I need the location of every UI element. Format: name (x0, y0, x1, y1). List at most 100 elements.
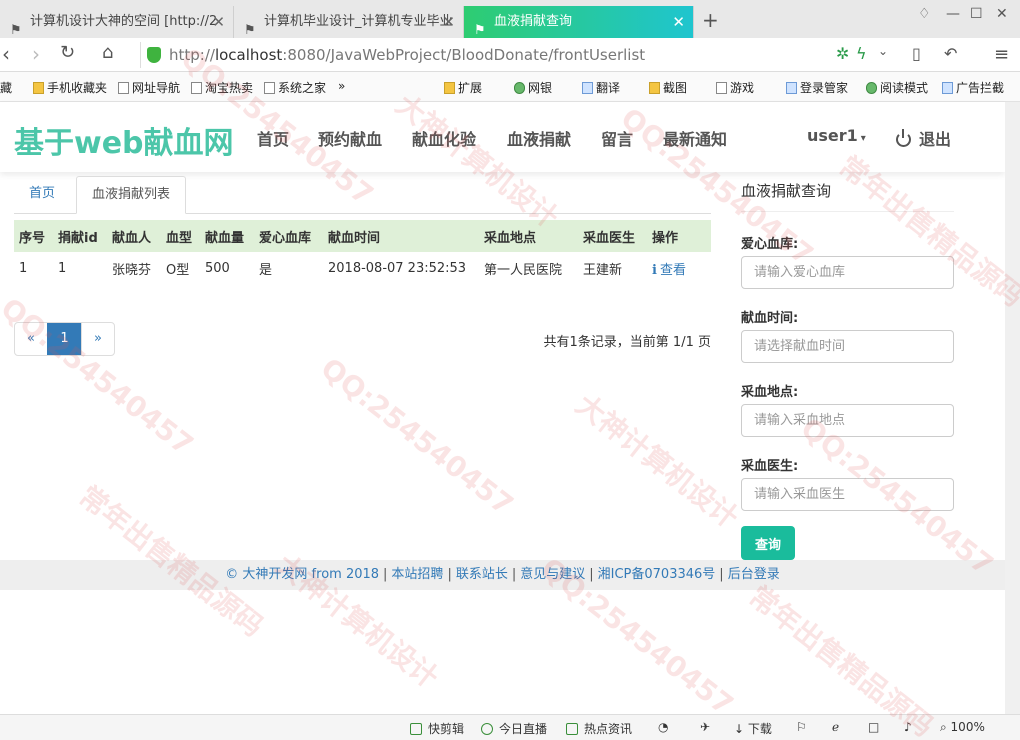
nav-home[interactable]: 首页 (257, 126, 289, 150)
page-icon (191, 82, 202, 94)
bookmark-item[interactable]: 淘宝热卖 (191, 79, 253, 96)
nav-reserve[interactable]: 预约献血 (318, 126, 382, 150)
footer-jobs-link[interactable]: 本站招聘 (391, 567, 443, 582)
bookmark-item[interactable]: 翻译 (582, 79, 620, 96)
vertical-scrollbar[interactable] (1005, 102, 1020, 714)
site-footer: © 大神开发网 from 2018 | 本站招聘 | 联系站长 | 意见与建议 | 湘ICP备0… (0, 560, 1005, 590)
new-tab-icon[interactable]: + (702, 8, 719, 32)
status-item[interactable]: ⌕ 100% (940, 720, 985, 735)
page-icon: ⚑ (10, 23, 22, 38)
bookmark-item[interactable]: 藏 (0, 79, 12, 96)
footer-feedback-link[interactable]: 意见与建议 (520, 567, 585, 582)
bookmarks-overflow[interactable]: » (338, 79, 345, 93)
close-icon[interactable]: ✕ (212, 6, 225, 38)
bookmark-item[interactable]: 游戏 (716, 79, 754, 96)
page-1-button[interactable]: 1 (47, 323, 82, 355)
footer-copyright[interactable]: © 大神开发网 from 2018 (225, 567, 379, 582)
cell-id: 1 (58, 260, 67, 276)
close-icon[interactable]: ✕ (442, 6, 455, 38)
phone-icon[interactable]: ▯ (912, 44, 921, 63)
flag-icon[interactable]: ⚐ (796, 720, 807, 734)
reload-icon[interactable]: ↻ (60, 42, 75, 63)
browser-tabbar: ⚑ 计算机设计大神的空间 [http://2 ✕ ⚑ 计算机毕业设计_计算机专业… (0, 0, 1020, 38)
watermark-text: QQ:254540457 (0, 291, 200, 462)
browser-tab-2[interactable]: ⚑ 计算机毕业设计_计算机专业毕业 ✕ (234, 6, 464, 38)
doctor-input[interactable] (741, 478, 954, 511)
bookmark-item[interactable]: 扩展 (444, 79, 482, 96)
undo-icon[interactable]: ↶ (944, 44, 957, 63)
logout-button[interactable]: 退出 (896, 126, 951, 150)
watermark-text: QQ:254540457 (314, 351, 520, 522)
col-header: 序号 (14, 220, 53, 252)
skin-icon[interactable]: ♢ (918, 6, 931, 22)
extension-icon (444, 82, 455, 94)
nav-message[interactable]: 留言 (601, 126, 633, 150)
browser-icon[interactable]: ℯ (832, 720, 839, 734)
forward-icon[interactable]: › (32, 42, 40, 66)
back-icon[interactable]: ‹ (2, 42, 10, 66)
bookmark-item[interactable]: 手机收藏夹 (33, 79, 107, 96)
key-icon (786, 82, 797, 94)
extension-icon[interactable]: ✲ (836, 44, 849, 63)
chevron-down-icon[interactable]: ⌄ (878, 44, 888, 58)
menu-icon[interactable]: ≡ (994, 44, 1009, 65)
minimize-icon[interactable]: — (946, 6, 960, 22)
location-input[interactable] (741, 404, 954, 437)
bookmark-item[interactable]: 广告拦截 (942, 79, 1004, 96)
nav-test[interactable]: 献血化验 (412, 126, 476, 150)
url-scheme: http:// (169, 46, 215, 64)
bookmark-item[interactable]: 系统之家 (264, 79, 326, 96)
play-icon (481, 723, 493, 735)
close-icon[interactable]: ✕ (672, 6, 685, 38)
status-item[interactable]: 快剪辑 (410, 720, 464, 737)
lightning-icon[interactable]: ϟ (856, 44, 867, 63)
footer-admin-link[interactable]: 后台登录 (728, 567, 780, 582)
bookmark-item[interactable]: 阅读模式 (866, 79, 928, 96)
footer-contact-link[interactable]: 联系站长 (456, 567, 508, 582)
bookmark-item[interactable]: 网址导航 (118, 79, 180, 96)
translate-icon (582, 82, 593, 94)
tab-donation-list[interactable]: 血液捐献列表 (76, 176, 187, 214)
bookmark-item[interactable]: 截图 (649, 79, 687, 96)
bookmark-item[interactable]: 登录管家 (786, 79, 848, 96)
col-header: 采血地点 (479, 220, 578, 252)
bloodbank-label: 爱心血库: (741, 237, 799, 252)
sound-icon[interactable]: ♪ (904, 720, 912, 734)
browser-tab-1[interactable]: ⚑ 计算机设计大神的空间 [http://2 ✕ (0, 6, 234, 38)
status-item[interactable]: ↓ 下载 (734, 720, 772, 737)
bookmark-item[interactable]: 网银 (514, 79, 552, 96)
url-field[interactable]: http://localhost:8080/JavaWebProject/Blo… (140, 42, 830, 68)
site-logo[interactable]: 基于web献血网 (14, 118, 234, 162)
bank-icon (514, 82, 525, 94)
nav-donate[interactable]: 血液捐献 (507, 126, 571, 150)
status-item[interactable]: 热点资讯 (566, 720, 632, 737)
home-icon[interactable]: ⌂ (102, 42, 113, 63)
time-input[interactable] (741, 330, 954, 363)
browser-statusbar: 快剪辑 今日直播 热点资讯 ◔ ✈ ↓ 下载 ⚐ ℯ □ ♪ ⌕ 100% (0, 714, 1020, 740)
page-tabs: 首页 血液捐献列表 (14, 176, 711, 214)
pagination: « 1 » (14, 322, 115, 356)
search-panel: 血液捐献查询 爱心血库: 献血时间: 采血地点: 采血医生: 查询 (741, 180, 954, 560)
col-header: 操作 (647, 220, 711, 252)
location-label: 采血地点: (741, 385, 799, 400)
tab-home[interactable]: 首页 (14, 176, 70, 214)
tab-title: 计算机毕业设计_计算机专业毕业 (264, 14, 453, 29)
footer-icp-link[interactable]: 湘ICP备0703346号 (598, 567, 716, 582)
nav-notice[interactable]: 最新通知 (663, 126, 727, 150)
next-page-button[interactable]: » (82, 323, 114, 355)
window-close-icon[interactable]: ✕ (996, 6, 1008, 22)
status-item[interactable]: 今日直播 (481, 720, 547, 737)
window-icon[interactable]: □ (868, 720, 879, 734)
prev-page-button[interactable]: « (15, 323, 47, 355)
query-button[interactable]: 查询 (741, 526, 795, 560)
page-icon: ⚑ (244, 23, 256, 38)
browser-tab-3[interactable]: ⚑ 血液捐献查询 ✕ (464, 6, 694, 38)
address-bar: ‹ › ↻ ⌂ http://localhost:8080/JavaWebPro… (0, 38, 1020, 72)
speed-icon[interactable]: ◔ (658, 720, 668, 734)
maximize-icon[interactable]: ☐ (970, 6, 983, 22)
bloodbank-input[interactable] (741, 256, 954, 289)
view-link[interactable]: i 查看 (652, 263, 686, 278)
tool-icon[interactable]: ✈ (700, 720, 710, 734)
cell-doctor: 王建新 (583, 262, 623, 278)
user-menu[interactable]: user1 ▾ (807, 126, 866, 145)
